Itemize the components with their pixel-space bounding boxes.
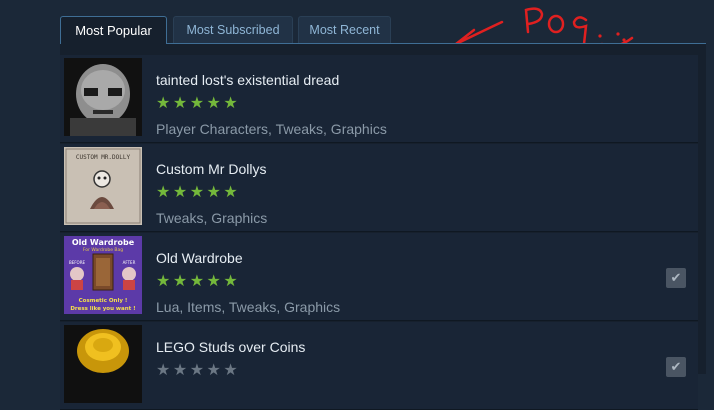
svg-text:AFTER: AFTER <box>123 260 136 265</box>
list-item[interactable]: LEGO Studs over Coins ★★★★★ ✔ <box>60 322 698 410</box>
item-title[interactable]: tainted lost's existential dread <box>156 72 339 88</box>
tab-most-popular[interactable]: Most Popular <box>60 16 167 44</box>
list-item[interactable]: tainted lost's existential dread ★★★★★ P… <box>60 55 698 143</box>
item-title[interactable]: LEGO Studs over Coins <box>156 339 305 355</box>
workshop-list: tainted lost's existential dread ★★★★★ P… <box>60 43 706 410</box>
item-thumbnail[interactable]: CUSTOM MR.DOLLY <box>64 147 142 225</box>
svg-text:BEFORE: BEFORE <box>69 260 86 265</box>
list-item[interactable]: CUSTOM MR.DOLLY Custom Mr Dollys ★★★★★ T… <box>60 144 698 232</box>
thumb-caption: CUSTOM MR.DOLLY <box>76 154 131 161</box>
svg-text:For Wardrobe Bag: For Wardrobe Bag <box>83 247 123 253</box>
item-tags: Lua, Items, Tweaks, Graphics <box>156 299 341 315</box>
svg-text:Dress like you want !: Dress like you want ! <box>70 306 135 312</box>
item-thumbnail[interactable] <box>64 325 142 403</box>
rating-stars: ★★★★★ <box>156 95 241 112</box>
item-thumbnail[interactable] <box>64 58 142 136</box>
rating-stars: ★★★★★ <box>156 273 241 290</box>
tab-most-subscribed[interactable]: Most Subscribed <box>173 16 293 43</box>
item-thumbnail[interactable]: Old Wardrobe For Wardrobe Bag BEFORE AFT… <box>64 236 142 314</box>
subscribed-checkbox[interactable]: ✔ <box>666 357 686 377</box>
item-title[interactable]: Custom Mr Dollys <box>156 161 266 177</box>
rating-stars: ★★★★★ <box>156 184 241 201</box>
item-tags: Tweaks, Graphics <box>156 210 268 226</box>
rating-stars: ★★★★★ <box>156 362 241 379</box>
item-title[interactable]: Old Wardrobe <box>156 250 243 266</box>
subscribed-checkbox[interactable]: ✔ <box>666 268 686 288</box>
item-tags: Player Characters, Tweaks, Graphics <box>156 121 387 137</box>
svg-text:Cosmetic Only !: Cosmetic Only ! <box>79 298 128 304</box>
tab-most-recent[interactable]: Most Recent <box>298 16 391 43</box>
list-item[interactable]: Old Wardrobe For Wardrobe Bag BEFORE AFT… <box>60 233 698 321</box>
svg-text:Old Wardrobe: Old Wardrobe <box>72 238 135 247</box>
